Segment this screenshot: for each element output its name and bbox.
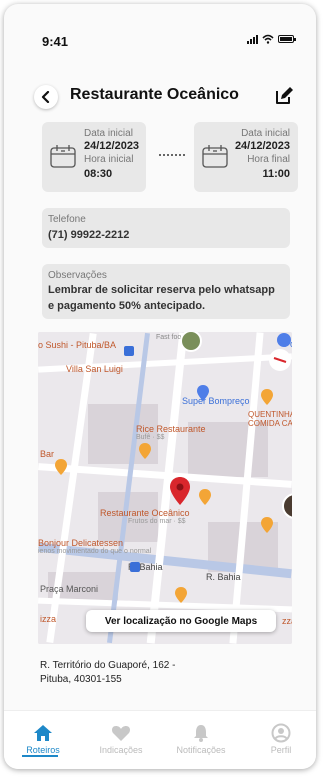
tab-label: Perfil: [270, 745, 292, 755]
restaurant-pin-icon: [261, 389, 273, 405]
header: Restaurante Oceânico: [4, 82, 316, 112]
map-label-bonjour: Bonjour Delicatessen: [38, 538, 124, 548]
address-line-2: Pituba, 40301-155: [40, 674, 122, 685]
shopping-pin-icon: [197, 385, 209, 401]
end-time-value: 11:00: [262, 168, 290, 180]
restaurant-pin-icon: [175, 587, 187, 603]
map-label-izza: izza: [40, 614, 57, 624]
tab-perfil[interactable]: Perfil: [246, 723, 316, 755]
end-date-card[interactable]: Data inicial 24/12/2023 Hora final 11:00: [194, 122, 298, 192]
transit-pin-icon: [277, 333, 291, 347]
map-label-super: Super Bompreço: [182, 396, 250, 406]
restaurant-pin-icon: [139, 443, 151, 459]
map-view[interactable]: o Sushi - Pituba/BA Fast food · $$ Villa…: [38, 332, 292, 644]
home-icon: [34, 725, 52, 741]
page-title: Restaurante Oceânico: [70, 86, 239, 103]
notes-line-1: Lembrar de solicitar reserva pelo whatsa…: [48, 284, 275, 296]
start-date-card[interactable]: Data inicial 24/12/2023 Hora inicial 08:…: [42, 122, 146, 192]
phone-value: (71) 99922-2212: [48, 229, 130, 241]
end-date-value: 24/12/2023: [234, 140, 290, 152]
phone-field[interactable]: Telefone (71) 99922-2212: [42, 208, 290, 248]
map-label-restaurante: Restaurante Oceânico: [100, 508, 190, 518]
notes-field[interactable]: Observações Lembrar de solicitar reserva…: [42, 264, 290, 319]
map-label-rice: Rice Restaurante: [136, 424, 206, 434]
calendar-icon: [50, 145, 76, 168]
active-tab-indicator: [22, 755, 58, 757]
tab-roteiros[interactable]: Roteiros: [8, 723, 78, 755]
calendar-icon: [202, 145, 228, 168]
address: R. Território do Guaporé, 162 - Pituba, …: [40, 659, 230, 687]
address-line-1: R. Território do Guaporé, 162 -: [40, 660, 176, 671]
phone-label: Telefone: [48, 214, 86, 225]
map-label-bahia-2: R. Bahia: [206, 572, 241, 582]
edit-button[interactable]: [272, 84, 296, 108]
location-pin-icon[interactable]: [169, 476, 191, 506]
tab-label: Indicações: [99, 745, 143, 755]
tab-notificacoes[interactable]: Notificações: [166, 723, 236, 755]
bus-stop-icon: [124, 346, 134, 356]
map-label-villa: Villa San Luigi: [66, 364, 123, 374]
map-label-restaurante-sub: Frutos do mar · $$: [128, 518, 186, 525]
map-label-quentinha: QUENTINHA: [248, 410, 292, 419]
chevron-left-icon: [41, 91, 50, 103]
status-bar: 9:41: [4, 4, 316, 64]
map-label-sushi: o Sushi - Pituba/BA: [38, 340, 117, 350]
start-date-value: 24/12/2023: [84, 140, 140, 152]
restaurant-pin-icon: [261, 517, 273, 533]
end-time-label: Hora final: [247, 154, 290, 165]
place-photo-icon: [180, 332, 202, 352]
bus-stop-icon: [130, 562, 140, 572]
map-label-praca: Praça Marconi: [40, 584, 99, 594]
notes-label: Observações: [48, 270, 107, 281]
map-label-bar: Bar: [40, 449, 55, 459]
heart-icon: [112, 726, 130, 741]
battery-icon: [278, 35, 296, 43]
compass-icon: [269, 349, 291, 371]
map-label-zza: zza: [282, 616, 292, 626]
tab-label: Notificações: [176, 745, 226, 755]
notes-line-2: e pagamento 50% antecipado.: [48, 300, 206, 312]
end-date-label: Data inicial: [241, 128, 290, 139]
map-label-bonjour-sub: ienos movimentado do que o normal: [38, 548, 152, 555]
tab-label: Roteiros: [26, 745, 60, 755]
wifi-icon: [262, 34, 274, 44]
map-label-comida: COMIDA CAS: [248, 419, 292, 428]
tab-indicacoes[interactable]: Indicações: [86, 723, 156, 755]
map-label-rice-sub: Bufê · $$: [136, 434, 165, 441]
status-time: 9:41: [42, 34, 69, 49]
bell-icon: [194, 725, 208, 742]
restaurant-pin-icon: [55, 459, 67, 475]
back-button[interactable]: [34, 85, 58, 109]
user-icon: [271, 723, 291, 743]
phone-screen: 9:41 Restaurante Oceânico Data inicial 2…: [4, 4, 316, 769]
signal-icon: [247, 34, 258, 44]
open-google-maps-button[interactable]: Ver localização no Google Maps: [86, 610, 276, 632]
date-range-separator: [159, 154, 185, 156]
place-photo-icon: [282, 493, 292, 519]
restaurant-pin-icon: [199, 489, 211, 505]
start-date-label: Data inicial: [84, 128, 133, 139]
bottom-tab-bar: Roteiros Indicações Notificações Perfil: [4, 710, 316, 769]
start-time-label: Hora inicial: [84, 154, 134, 165]
status-icons: [247, 34, 296, 44]
start-time-value: 08:30: [84, 168, 113, 180]
edit-icon: [276, 87, 293, 104]
